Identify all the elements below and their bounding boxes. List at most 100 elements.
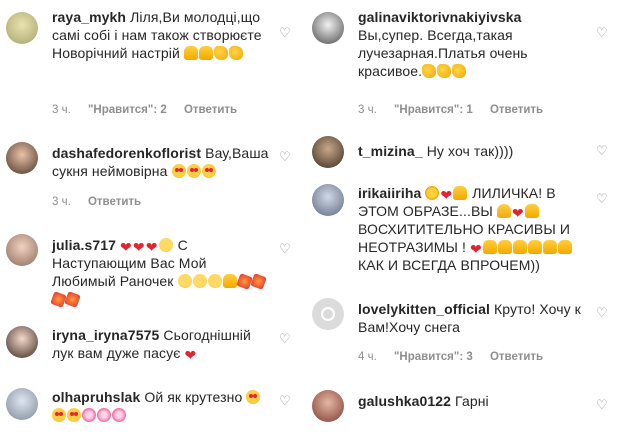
heart-eyes-emoji-icon (171, 164, 186, 178)
comment-text: Ой як крутезно (144, 389, 243, 405)
avatar[interactable] (6, 326, 38, 358)
heart-outline-icon[interactable]: ♡ (279, 242, 292, 255)
comment-meta: 3 ч. "Нравится": 2 Ответить (52, 104, 251, 116)
comment-username[interactable]: galinaviktorivnakiyivska (358, 9, 522, 25)
comment-body: julia.s717 ❤❤❤ С Наступающим Вас Мой Люб… (50, 236, 272, 308)
comment-text: КАК И ВСЕГДА ВПРОЧЕМ)) (358, 257, 541, 273)
comment-username[interactable]: olhapruhslak (52, 389, 140, 405)
red-heart-emoji-icon: ❤ (184, 347, 197, 363)
reply-button[interactable]: Ответить (490, 104, 543, 116)
thumbs-up-emoji-icon (527, 240, 542, 254)
heart-outline-icon[interactable]: ♡ (279, 26, 292, 39)
thumbs-up-emoji-icon (542, 240, 557, 254)
thumbs-up-emoji-icon (183, 46, 198, 60)
red-heart-emoji-icon: ❤ (145, 239, 158, 255)
heart-outline-icon[interactable]: ♡ (596, 144, 609, 157)
comment-username[interactable]: dashafedorenkoflorist (52, 145, 201, 161)
reply-button[interactable]: Ответить (490, 351, 543, 363)
avatar[interactable] (312, 12, 344, 44)
red-heart-emoji-icon: ❤ (132, 239, 145, 255)
comment-body: iryna_iryna7575 Сьогоднішній лук вам дуж… (52, 326, 272, 362)
heart-outline-icon[interactable]: ♡ (596, 398, 609, 411)
emoji-group: ❤❤❤ (120, 237, 174, 255)
comment-item: galushka0122 Гарні ♡ (306, 386, 617, 426)
reply-button[interactable]: Ответить (88, 196, 141, 208)
avatar[interactable] (6, 234, 38, 266)
comment-username[interactable]: raya_mykh (52, 9, 126, 25)
comment-item: irikaiiriha ❤ ЛИЛИЧКА! В ЭТОМ ОБРАЗЕ...В… (306, 184, 617, 284)
heart-eyes-emoji-icon (67, 408, 81, 422)
avatar[interactable] (6, 388, 38, 420)
comment-body: dashafedorenkoflorist Вау,Ваша сукня ней… (52, 144, 272, 180)
smile-emoji-icon (207, 274, 222, 288)
comment-likes-count[interactable]: "Нравится": 1 (394, 104, 473, 116)
heart-eyes-emoji-icon (201, 164, 216, 178)
heart-outline-icon[interactable]: ♡ (279, 150, 292, 163)
avatar[interactable] (6, 12, 38, 44)
comment-meta: 3 ч. "Нравится": 1 Ответить (358, 104, 557, 116)
heart-outline-icon[interactable]: ♡ (279, 332, 292, 345)
praying-hands-emoji-icon (496, 204, 511, 218)
avatar[interactable] (312, 390, 344, 422)
thumbs-up-emoji-icon (482, 240, 497, 254)
emoji-group: ❤ (184, 345, 197, 363)
thumbs-up-emoji-icon (222, 274, 237, 288)
comment-time[interactable]: 3 ч. (358, 104, 377, 116)
comment-body: galinaviktorivnakiyivska Вы,супер. Всегд… (358, 8, 589, 80)
comment-body: lovelykitten_official Круто! Хочу к Вам!… (358, 300, 589, 336)
comment-username[interactable]: lovelykitten_official (358, 301, 490, 317)
comment-likes-count[interactable]: "Нравится": 2 (88, 104, 167, 116)
comment-time[interactable]: 3 ч. (52, 104, 71, 116)
heart-eyes-emoji-icon (52, 408, 66, 422)
flower-emoji-icon (97, 408, 111, 422)
heart-outline-icon[interactable]: ♡ (596, 192, 609, 205)
thumbs-up-emoji-icon (524, 204, 539, 218)
comment-likes-count[interactable]: "Нравится": 3 (394, 351, 473, 363)
clap-emoji-icon (228, 46, 243, 60)
avatar[interactable] (312, 298, 344, 330)
comment-item: raya_mykh Ліля,Ви молодці,що самі собі і… (0, 8, 300, 123)
comment-item: olhapruhslak Ой як крутезно ♡ (0, 384, 300, 434)
comment-username[interactable]: t_mizina_ (358, 143, 423, 159)
avatar[interactable] (6, 142, 38, 174)
avatar[interactable] (312, 184, 344, 216)
comment-text: Гарні (455, 393, 489, 409)
thumbs-up-emoji-icon (557, 240, 572, 254)
reply-button[interactable]: Ответить (184, 104, 237, 116)
comment-body: irikaiiriha ❤ ЛИЛИЧКА! В ЭТОМ ОБРАЗЕ...В… (358, 184, 589, 274)
smile-emoji-icon (192, 274, 207, 288)
emoji-group: ❤ (470, 239, 573, 256)
comment-username[interactable]: julia.s717 (52, 237, 116, 253)
red-heart-emoji-icon: ❤ (511, 205, 524, 221)
smile-emoji-icon (177, 274, 192, 288)
comment-username[interactable]: galushka0122 (358, 393, 451, 409)
thumbs-up-emoji-icon (198, 46, 213, 60)
emoji-group (422, 63, 467, 79)
emoji-group: ❤ (425, 185, 468, 203)
heart-outline-icon[interactable]: ♡ (596, 306, 609, 319)
collision-emoji-icon (235, 273, 253, 290)
comment-username[interactable]: iryna_iryna7575 (52, 327, 159, 343)
heart-outline-icon[interactable]: ♡ (279, 394, 292, 407)
comment-body: t_mizina_ Ну хоч так)))) (358, 142, 589, 160)
heart-eyes-emoji-icon (186, 164, 201, 178)
comment-time[interactable]: 3 ч. (52, 196, 71, 208)
comment-meta: 4 ч. "Нравится": 3 Ответить (358, 351, 557, 363)
thumbs-up-emoji-icon (512, 240, 527, 254)
comment-item: galinaviktorivnakiyivska Вы,супер. Всегд… (306, 8, 617, 123)
red-heart-emoji-icon: ❤ (440, 187, 453, 203)
comment-item: julia.s717 ❤❤❤ С Наступающим Вас Мой Люб… (0, 230, 300, 310)
default-avatar-icon (321, 307, 335, 321)
comment-meta: 3 ч. Ответить (52, 196, 155, 208)
clap-emoji-icon (422, 64, 437, 78)
avatar[interactable] (312, 136, 344, 168)
comment-time[interactable]: 4 ч. (358, 351, 377, 363)
emoji-group (183, 45, 244, 61)
comment-item: lovelykitten_official Круто! Хочу к Вам!… (306, 298, 617, 370)
comment-item: t_mizina_ Ну хоч так)))) ♡ (306, 136, 617, 176)
comment-username[interactable]: irikaiiriha (358, 185, 421, 201)
heart-outline-icon[interactable]: ♡ (596, 26, 609, 39)
comment-body: olhapruhslak Ой як крутезно (52, 388, 272, 424)
flower-emoji-icon (112, 408, 126, 422)
heart-eyes-emoji-icon (246, 390, 261, 404)
